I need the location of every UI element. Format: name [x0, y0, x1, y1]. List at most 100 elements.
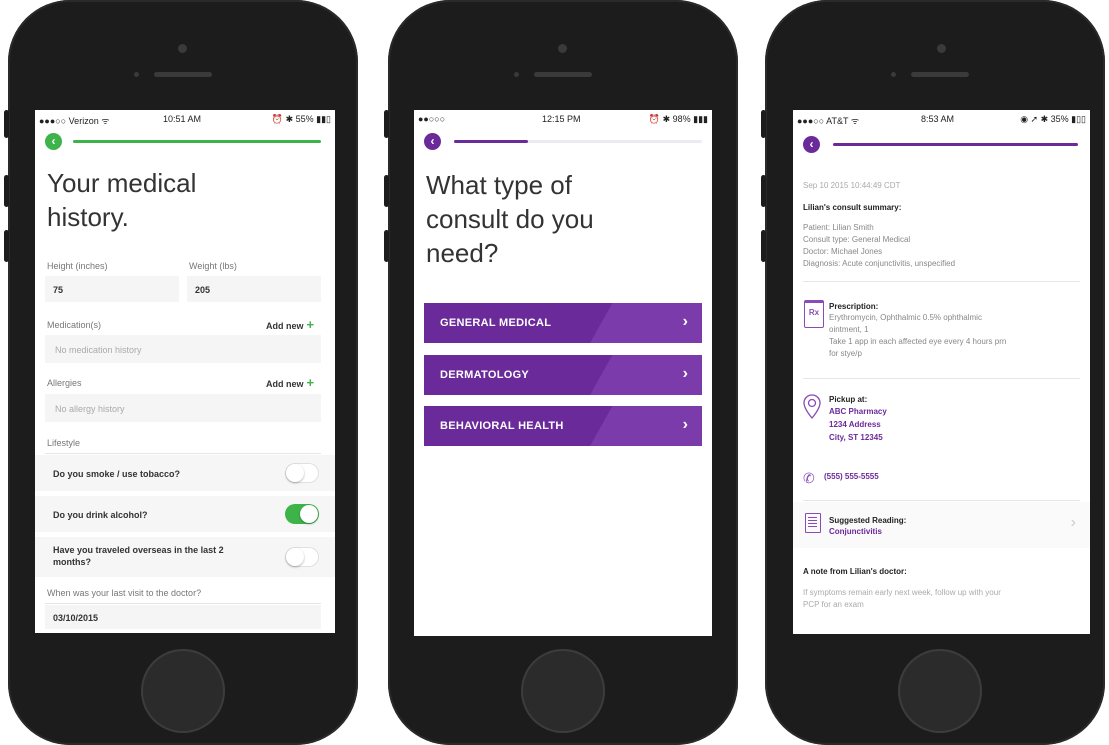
- progress-fill: [833, 143, 1078, 146]
- chevron-right-icon: ›: [682, 313, 688, 330]
- weight-value: 205: [195, 285, 211, 295]
- pharmacy-address[interactable]: 1234 Address: [829, 419, 881, 431]
- back-button[interactable]: ‹: [424, 133, 441, 150]
- home-button[interactable]: [521, 649, 605, 733]
- button-label: GENERAL MEDICAL: [440, 317, 552, 329]
- medication-placeholder: No medication history: [55, 345, 142, 355]
- weight-label: Weight (lbs): [189, 261, 237, 271]
- phone-1-screen: ●●●○○ Verizon ᯤ 10:51 AM ⏰ ✱ 55% ▮▮▯ ‹ Y…: [35, 110, 335, 633]
- chevron-right-icon: ›: [682, 416, 688, 433]
- back-button[interactable]: ‹: [803, 136, 820, 153]
- patient-name: Patient: Lilian Smith: [803, 223, 874, 232]
- document-icon: [805, 513, 821, 533]
- clock: 12:15 PM: [542, 114, 581, 124]
- carrier: ●●●○○ Verizon ᯤ: [39, 116, 110, 126]
- toggle-knob: [286, 548, 304, 566]
- pickup-title: Pickup at:: [829, 395, 868, 404]
- button-label: BEHAVIORAL HEALTH: [440, 420, 564, 432]
- divider: [803, 378, 1080, 379]
- clock: 8:53 AM: [921, 114, 955, 124]
- add-new-label: Add new: [266, 321, 304, 331]
- camera: [937, 44, 946, 53]
- speaker: [911, 72, 969, 77]
- suggested-reading-row[interactable]: [793, 502, 1090, 548]
- battery-status: ◉ ➚ ✱ 35% ▮▯▯: [1020, 114, 1086, 124]
- height-field[interactable]: [45, 276, 179, 302]
- status-bar: ●●○○○ 12:15 PM ⏰ ✱ 98% ▮▮▮: [414, 110, 712, 128]
- travel-toggle[interactable]: [285, 547, 319, 567]
- sensor: [514, 72, 519, 77]
- side-button: [761, 110, 766, 138]
- home-button[interactable]: [141, 649, 225, 733]
- smoke-toggle[interactable]: [285, 463, 319, 483]
- divider: [45, 603, 321, 604]
- phone-2-frame: ●●○○○ 12:15 PM ⏰ ✱ 98% ▮▮▮ ‹ What type o…: [384, 0, 738, 745]
- allergies-placeholder: No allergy history: [55, 404, 125, 414]
- phone-3-screen: ●●●○○ AT&T ᯤ 8:53 AM ◉ ➚ ✱ 35% ▮▯▯ ‹ Sep…: [793, 110, 1090, 634]
- alcohol-toggle[interactable]: [285, 504, 319, 524]
- side-button: [761, 230, 766, 262]
- sensor: [891, 72, 896, 77]
- location-pin-icon: [803, 394, 821, 419]
- progress-fill: [73, 140, 321, 143]
- progress-fill: [454, 140, 529, 143]
- travel-question: Have you traveled overseas in the last 2…: [53, 545, 224, 567]
- reading-title: Suggested Reading:: [829, 516, 907, 525]
- prescription-line: Take 1 app in each affected eye every 4 …: [829, 337, 1007, 346]
- camera: [558, 44, 567, 53]
- battery-status: ⏰ ✱ 55% ▮▮▯: [271, 114, 331, 124]
- prescription-line: for stye/p: [829, 349, 862, 358]
- back-button[interactable]: ‹: [45, 133, 62, 150]
- toggle-knob: [286, 464, 304, 482]
- battery-status: ⏰ ✱ 98% ▮▮▮: [648, 114, 708, 124]
- button-label: DERMATOLOGY: [440, 369, 530, 381]
- chevron-right-icon: ›: [682, 365, 688, 382]
- last-visit-label: When was your last visit to the doctor?: [47, 588, 202, 598]
- general-medical-button[interactable]: GENERAL MEDICAL ›: [424, 303, 702, 343]
- add-new-label: Add new: [266, 379, 304, 389]
- consult-date: Sep 10 2015 10:44:49 CDT: [803, 181, 901, 190]
- diagnosis: Diagnosis: Acute conjunctivitis, unspeci…: [803, 259, 956, 268]
- side-button: [384, 110, 389, 138]
- status-bar: ●●●○○ AT&T ᯤ 8:53 AM ◉ ➚ ✱ 35% ▮▯▯: [793, 110, 1090, 128]
- document-lines: [808, 517, 817, 518]
- pharmacy-name[interactable]: ABC Pharmacy: [829, 406, 887, 418]
- divider: [803, 281, 1080, 282]
- page-title: Your medical history.: [47, 168, 197, 232]
- height-value: 75: [53, 285, 64, 295]
- page-title: What type of consult do you need?: [426, 170, 594, 268]
- prescription-line: Erythromycin, Ophthalmic 0.5% ophthalmic: [829, 313, 982, 322]
- add-medication-button[interactable]: Add new +: [266, 317, 314, 332]
- lifestyle-label: Lifestyle: [47, 438, 81, 448]
- alcohol-question: Do you drink alcohol?: [53, 510, 148, 520]
- add-allergy-button[interactable]: Add new +: [266, 375, 314, 390]
- home-button[interactable]: [898, 649, 982, 733]
- doctor-name: Doctor: Michael Jones: [803, 247, 883, 256]
- side-button: [761, 175, 766, 207]
- behavioral-health-button[interactable]: BEHAVIORAL HEALTH ›: [424, 406, 702, 446]
- pharmacy-city[interactable]: City, ST 12345: [829, 432, 883, 444]
- doctor-note-title: A note from Lilian's doctor:: [803, 567, 907, 576]
- toggle-knob: [300, 505, 318, 523]
- prescription-title: Prescription:: [829, 302, 879, 311]
- last-visit-value: 03/10/2015: [53, 613, 99, 623]
- progress-track: [454, 140, 702, 143]
- chevron-right-icon: ›: [1070, 514, 1076, 531]
- speaker: [534, 72, 592, 77]
- sensor: [134, 72, 139, 77]
- dermatology-button[interactable]: DERMATOLOGY ›: [424, 355, 702, 395]
- side-button: [4, 175, 9, 207]
- summary-title: Lilian's consult summary:: [803, 203, 902, 212]
- consult-type: Consult type: General Medical: [803, 235, 911, 244]
- speaker: [154, 72, 212, 77]
- pharmacy-phone[interactable]: (555) 555-5555: [824, 471, 879, 483]
- side-button: [384, 175, 389, 207]
- carrier: ●●○○○: [418, 114, 446, 124]
- progress-track: [73, 140, 321, 143]
- side-button: [384, 230, 389, 262]
- smoke-question: Do you smoke / use tobacco?: [53, 469, 181, 479]
- phone-3-frame: ●●●○○ AT&T ᯤ 8:53 AM ◉ ➚ ✱ 35% ▮▯▯ ‹ Sep…: [761, 0, 1105, 745]
- divider: [45, 453, 321, 454]
- plus-icon: +: [306, 317, 315, 332]
- reading-link[interactable]: Conjunctivitis: [829, 526, 882, 538]
